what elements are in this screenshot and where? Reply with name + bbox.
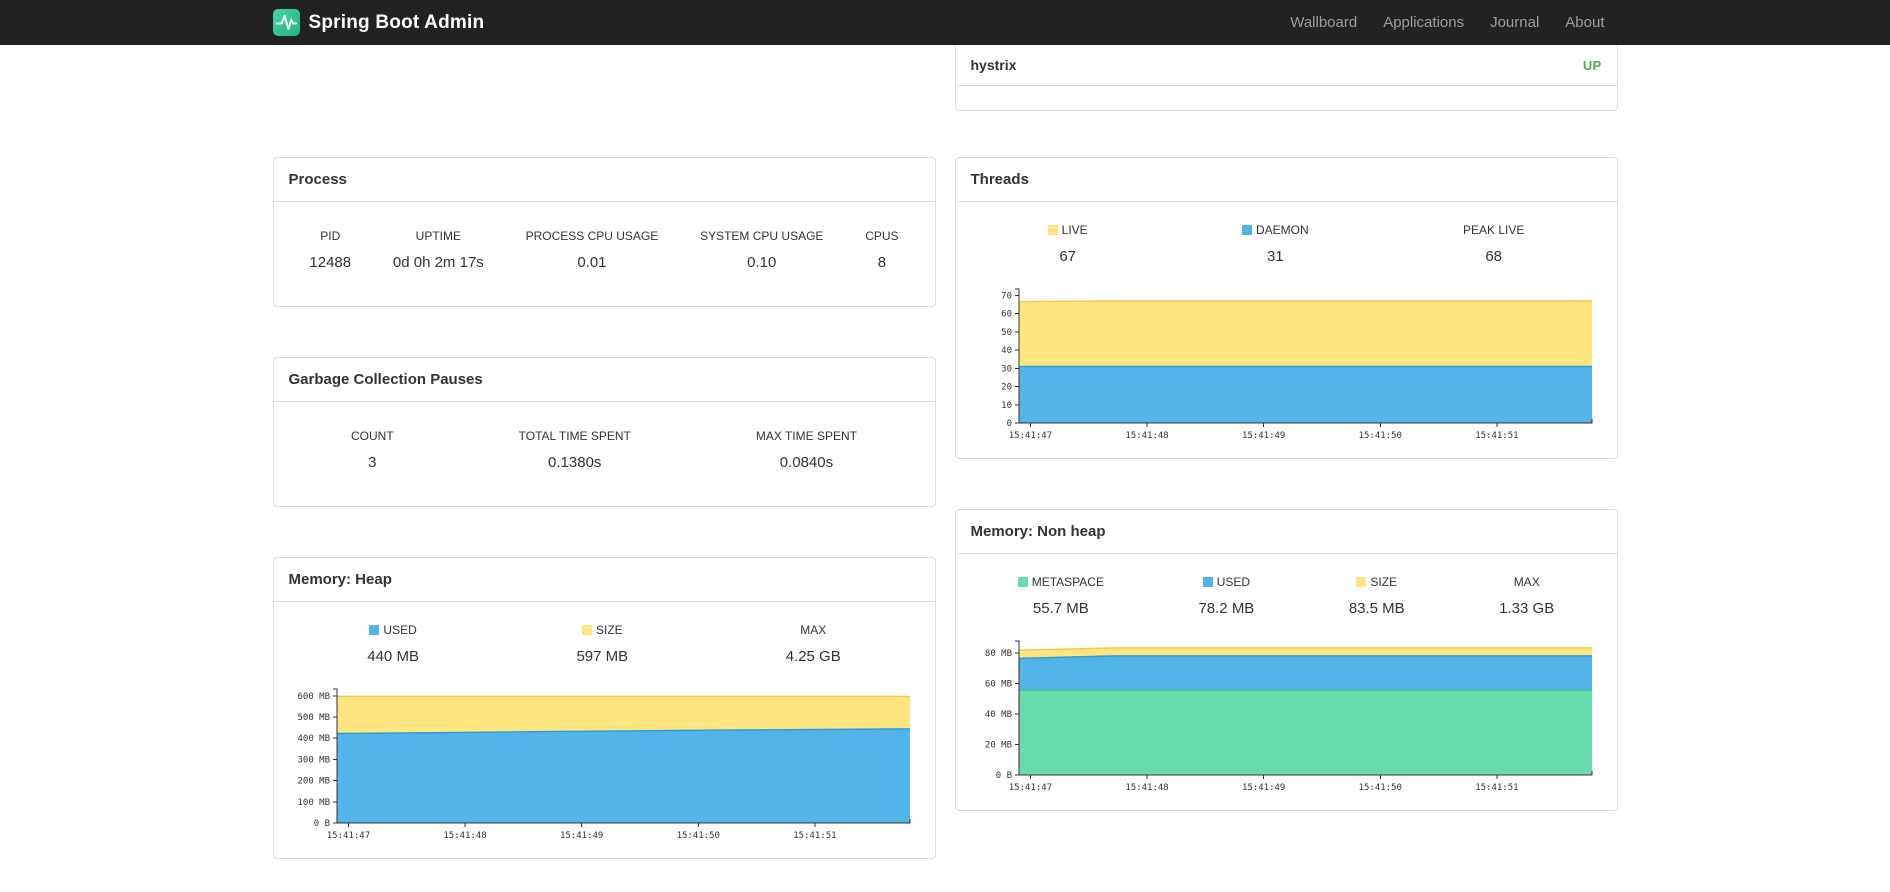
legend-threads-daemon: DAEMON 31 xyxy=(1241,223,1309,265)
svg-text:15:41:47: 15:41:47 xyxy=(326,831,369,841)
svg-text:15:41:48: 15:41:48 xyxy=(1125,783,1168,793)
svg-text:15:41:49: 15:41:49 xyxy=(559,831,602,841)
metric-uptime: UPTIME 0d 0h 2m 17s xyxy=(392,229,484,271)
svg-text:70: 70 xyxy=(1001,291,1012,301)
gc-metrics: COUNT 3 TOTAL TIME SPENT 0.1380s MAX TIM… xyxy=(289,417,920,491)
legend-heap-max: MAX 4.25 GB xyxy=(785,623,841,665)
svg-text:15:41:49: 15:41:49 xyxy=(1241,431,1284,441)
health-panel: hystrix UP xyxy=(954,45,1618,111)
nav-link-journal[interactable]: Journal xyxy=(1477,0,1552,45)
nonheap-panel-title: Memory: Non heap xyxy=(955,510,1617,554)
metric-gc-total-time: TOTAL TIME SPENT 0.1380s xyxy=(518,429,631,471)
legend-nonheap-max: MAX 1.33 GB xyxy=(1499,575,1555,617)
process-panel-title: Process xyxy=(273,158,935,202)
heap-legend: USED 440 MB SIZE 597 MB MAX 4.25 GB xyxy=(289,617,920,667)
nav-links: Wallboard Applications Journal About xyxy=(1277,0,1617,45)
nonheap-memory-chart: 0 B 20 MB 40 MB 60 MB 80 MB 15:41:47 15:41:48 1… xyxy=(971,635,1602,795)
svg-text:80 MB: 80 MB xyxy=(984,649,1011,659)
health-indicator-name: hystrix xyxy=(970,57,1017,73)
brand-title: Spring Boot Admin xyxy=(308,11,485,33)
legend-nonheap-used: USED 78.2 MB xyxy=(1198,575,1255,617)
svg-text:15:41:48: 15:41:48 xyxy=(443,831,486,841)
svg-text:15:41:47: 15:41:47 xyxy=(1008,783,1051,793)
legend-heap-used: USED 440 MB xyxy=(367,623,419,665)
threads-panel: Threads LIVE 67 DAEMON 31 PEAK LIVE 68 0… xyxy=(954,157,1618,459)
nonheap-metaspace-swatch-icon xyxy=(1017,577,1028,587)
metric-gc-count: COUNT 3 xyxy=(350,429,394,471)
legend-threads-peak-live: PEAK LIVE 68 xyxy=(1462,223,1525,265)
heap-memory-panel: Memory: Heap USED 440 MB SIZE 597 MB MAX… xyxy=(272,557,936,859)
legend-threads-live: LIVE 67 xyxy=(1047,223,1088,265)
left-column: Process PID 12488 UPTIME 0d 0h 2m 17s PR… xyxy=(272,45,936,892)
svg-text:30: 30 xyxy=(1001,364,1012,374)
metric-cpus: CPUS 8 xyxy=(865,229,899,271)
svg-text:10: 10 xyxy=(1001,401,1012,411)
heap-panel-title: Memory: Heap xyxy=(273,558,935,602)
nonheap-size-swatch-icon xyxy=(1356,577,1367,587)
svg-text:0 B: 0 B xyxy=(995,771,1011,781)
svg-text:100 MB: 100 MB xyxy=(297,798,330,808)
svg-text:15:41:50: 15:41:50 xyxy=(1358,431,1401,441)
svg-text:40: 40 xyxy=(1001,346,1012,356)
process-panel: Process PID 12488 UPTIME 0d 0h 2m 17s PR… xyxy=(272,157,936,307)
nonheap-legend: METASPACE 55.7 MB USED 78.2 MB SIZE 83.5… xyxy=(971,569,1602,619)
svg-text:500 MB: 500 MB xyxy=(297,713,330,723)
process-metrics: PID 12488 UPTIME 0d 0h 2m 17s PROCESS CP… xyxy=(289,217,920,291)
svg-text:200 MB: 200 MB xyxy=(297,777,330,787)
svg-text:15:41:51: 15:41:51 xyxy=(1475,431,1518,441)
threads-daemon-swatch-icon xyxy=(1241,225,1252,235)
navbar: Spring Boot Admin Wallboard Applications… xyxy=(0,0,1890,45)
heap-memory-chart: 0 B 100 MB 200 MB 300 MB 400 MB 500 MB 600 MB 1… xyxy=(289,683,920,843)
page: Spring Boot Admin Wallboard Applications… xyxy=(0,0,1890,892)
svg-text:600 MB: 600 MB xyxy=(297,692,330,702)
svg-text:60 MB: 60 MB xyxy=(984,680,1011,690)
nav-link-about[interactable]: About xyxy=(1552,0,1617,45)
nav-link-applications[interactable]: Applications xyxy=(1370,0,1477,45)
legend-nonheap-size: SIZE 83.5 MB xyxy=(1348,575,1405,617)
svg-text:40 MB: 40 MB xyxy=(984,710,1011,720)
status-badge: UP xyxy=(1582,57,1602,73)
svg-text:15:41:48: 15:41:48 xyxy=(1125,431,1168,441)
svg-text:20 MB: 20 MB xyxy=(984,741,1011,751)
svg-text:50: 50 xyxy=(1001,328,1012,338)
brand-link[interactable]: Spring Boot Admin xyxy=(272,9,485,36)
threads-chart: 0 10 20 30 40 50 60 70 15:41:47 15:41:48 15:41:49 1… xyxy=(971,283,1602,443)
legend-nonheap-metaspace: METASPACE 55.7 MB xyxy=(1017,575,1104,617)
heap-used-swatch-icon xyxy=(369,625,380,635)
svg-text:0: 0 xyxy=(1006,419,1011,429)
health-panel-spacer xyxy=(956,86,1617,110)
gc-panel: Garbage Collection Pauses COUNT 3 TOTAL … xyxy=(272,357,936,507)
heap-size-swatch-icon xyxy=(581,625,592,635)
spring-boot-admin-logo-icon xyxy=(272,9,300,36)
health-row-hystrix: hystrix UP xyxy=(955,45,1617,86)
svg-text:15:41:49: 15:41:49 xyxy=(1241,783,1284,793)
svg-text:400 MB: 400 MB xyxy=(297,734,330,744)
svg-text:15:41:51: 15:41:51 xyxy=(1475,783,1518,793)
svg-text:15:41:50: 15:41:50 xyxy=(676,831,719,841)
gc-panel-title: Garbage Collection Pauses xyxy=(273,358,935,402)
svg-text:0 B: 0 B xyxy=(313,819,329,829)
svg-text:300 MB: 300 MB xyxy=(297,755,330,765)
metric-system-cpu-usage: SYSTEM CPU USAGE 0.10 xyxy=(700,229,824,271)
threads-panel-title: Threads xyxy=(955,158,1617,202)
metric-gc-max-time: MAX TIME SPENT 0.0840s xyxy=(755,429,857,471)
legend-heap-size: SIZE 597 MB xyxy=(576,623,629,665)
svg-text:60: 60 xyxy=(1001,310,1012,320)
svg-text:15:41:50: 15:41:50 xyxy=(1358,783,1401,793)
svg-text:20: 20 xyxy=(1001,383,1012,393)
metric-process-cpu-usage: PROCESS CPU USAGE 0.01 xyxy=(525,229,659,271)
right-column: hystrix UP Threads LIVE 67 DAEMON 31 PEA… xyxy=(954,45,1618,861)
nav-link-wallboard[interactable]: Wallboard xyxy=(1277,0,1370,45)
threads-live-swatch-icon xyxy=(1047,225,1058,235)
svg-text:15:41:51: 15:41:51 xyxy=(793,831,836,841)
nonheap-memory-panel: Memory: Non heap METASPACE 55.7 MB USED … xyxy=(954,509,1618,811)
threads-legend: LIVE 67 DAEMON 31 PEAK LIVE 68 xyxy=(971,217,1602,267)
nonheap-used-swatch-icon xyxy=(1202,577,1213,587)
metric-pid: PID 12488 xyxy=(309,229,352,271)
svg-text:15:41:47: 15:41:47 xyxy=(1008,431,1051,441)
